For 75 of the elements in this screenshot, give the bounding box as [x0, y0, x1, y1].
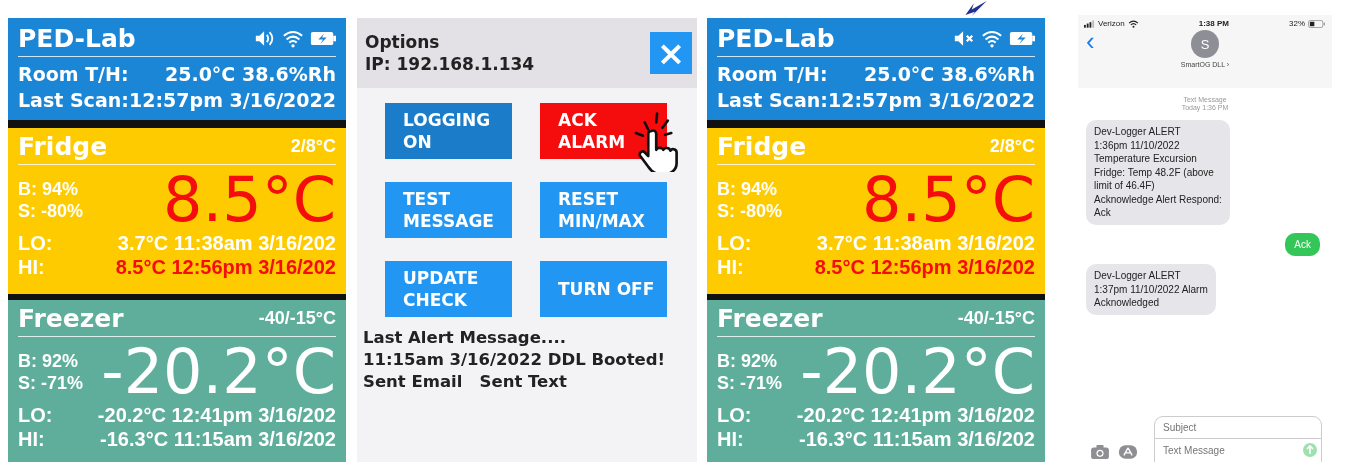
sensor-range: -40/-15°C	[258, 307, 336, 329]
high-label: HI:	[18, 255, 46, 279]
ip-address: IP: 192.168.1.134	[365, 53, 535, 75]
option-button[interactable]: RESET MIN/MAX	[540, 182, 667, 238]
signal-icon	[1084, 19, 1095, 28]
subject-field[interactable]: Subject	[1154, 416, 1322, 439]
low-label: LO:	[717, 231, 751, 255]
sensor-range: 2/8°C	[290, 135, 336, 157]
battery-icon	[1308, 19, 1326, 28]
info-value: 12:57pm 3/16/2022	[129, 88, 336, 113]
high-record: -16.3°C 11:15am 3/16/202	[100, 427, 336, 451]
wifi-icon	[981, 28, 1003, 48]
temperature-reading: 8.5°C	[862, 169, 1035, 231]
battery-charging-icon	[1009, 29, 1035, 47]
app-store-icon[interactable]	[1118, 444, 1138, 460]
back-button[interactable]: ‹	[1086, 30, 1095, 52]
battery-level: B: 94%	[717, 178, 779, 200]
battery-charging-icon	[310, 29, 336, 47]
battery-level: B: 92%	[717, 350, 779, 372]
low-record: -20.2°C 12:41pm 3/16/202	[97, 403, 336, 427]
option-button[interactable]: TURN OFF	[540, 261, 667, 317]
last-alert-text: Sent Email Sent Text	[363, 371, 568, 393]
message-bubble: Ack	[1285, 232, 1320, 256]
sensor-range: 2/8°C	[989, 135, 1035, 157]
last-alert-text: 11:15am 3/16/2022 DDL Booted!	[363, 349, 667, 371]
temperature-reading: -20.2°C	[101, 341, 336, 403]
carrier-name: Verizon	[1098, 19, 1125, 28]
info-label: Room T/H:	[717, 62, 828, 87]
low-record: 3.7°C 11:38am 3/16/202	[816, 231, 1035, 255]
info-label: Room T/H:	[18, 62, 129, 87]
low-label: LO:	[18, 231, 52, 255]
battery-percent: 32%	[1289, 19, 1305, 28]
low-label: LO:	[18, 403, 52, 427]
sensor-name: Freezer	[18, 303, 124, 333]
high-label: HI:	[717, 255, 745, 279]
device-title: PED-Lab	[18, 23, 136, 53]
last-alert-text: Last Alert Message....	[363, 327, 567, 349]
message-bubble: Dev-Logger ALERT 1:36pm 11/10/2022 Temperature Excursion Fridge: Temp 48.2F (above limit of 46.4F) Acknowledge Alert Respond: Ack	[1086, 120, 1230, 225]
info-value: 12:57pm 3/16/2022	[828, 88, 1035, 113]
status-time: 1:38 PM	[1198, 19, 1229, 28]
signal-level: S: -71%	[18, 372, 84, 394]
high-label: HI:	[18, 427, 46, 451]
contact-avatar: S	[1191, 30, 1219, 58]
low-label: LO:	[717, 403, 751, 427]
option-button[interactable]: TEST MESSAGE	[385, 182, 512, 238]
signal-level: S: -71%	[717, 372, 783, 394]
temperature-reading: 8.5°C	[163, 169, 336, 231]
sensor-name: Freezer	[717, 303, 823, 333]
battery-level: B: 92%	[18, 350, 80, 372]
option-button[interactable]: UPDATE CHECK	[385, 261, 512, 317]
high-record: 8.5°C 12:56pm 3/16/202	[814, 255, 1035, 279]
device-title: PED-Lab	[717, 23, 835, 53]
signal-level: S: -80%	[18, 200, 84, 222]
message-bubble: Dev-Logger ALERT 1:37pm 11/10/2022 Alarm Acknowledged	[1086, 264, 1216, 315]
wifi-icon	[1127, 19, 1139, 28]
high-label: HI:	[717, 427, 745, 451]
battery-level: B: 94%	[18, 178, 80, 200]
close-button[interactable]: ×	[650, 32, 692, 74]
info-label: Last Scan:	[717, 88, 828, 113]
wifi-icon	[282, 28, 304, 48]
low-record: -20.2°C 12:41pm 3/16/202	[796, 403, 1035, 427]
temperature-reading: -20.2°C	[800, 341, 1035, 403]
camera-icon[interactable]	[1090, 444, 1110, 460]
info-value: 25.0°C 38.6%Rh	[165, 62, 336, 87]
sensor-range: -40/-15°C	[957, 307, 1035, 329]
options-title: Options	[365, 31, 441, 53]
info-value: 25.0°C 38.6%Rh	[864, 62, 1035, 87]
sensor-name: Fridge	[717, 131, 807, 161]
option-button[interactable]: LOGGING ON	[385, 103, 512, 159]
high-record: 8.5°C 12:56pm 3/16/202	[115, 255, 336, 279]
low-record: 3.7°C 11:38am 3/16/202	[117, 231, 336, 255]
sensor-name: Fridge	[18, 131, 108, 161]
high-record: -16.3°C 11:15am 3/16/202	[799, 427, 1035, 451]
signal-level: S: -80%	[717, 200, 783, 222]
info-label: Last Scan:	[18, 88, 129, 113]
